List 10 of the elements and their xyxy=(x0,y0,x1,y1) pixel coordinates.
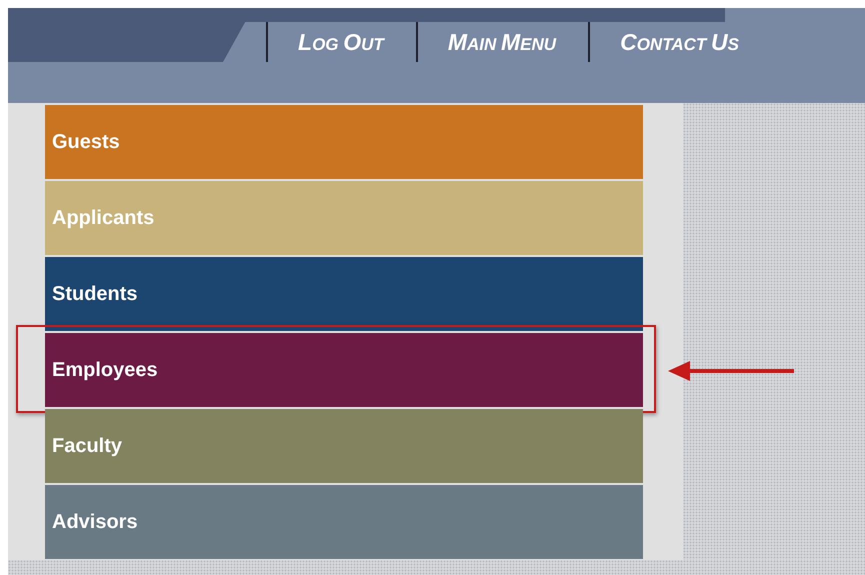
menu-item[interactable]: Students xyxy=(45,257,643,331)
menu-item[interactable]: Employees xyxy=(45,333,643,407)
menu-item[interactable]: Guests xyxy=(45,105,643,179)
menu-item[interactable]: Faculty xyxy=(45,409,643,483)
nav-link[interactable]: LOG OUT xyxy=(268,28,416,56)
arrow-icon xyxy=(668,359,794,383)
menu-item[interactable]: Applicants xyxy=(45,181,643,255)
nav-link[interactable]: CONTACT US xyxy=(590,28,771,56)
menu-item[interactable]: Advisors xyxy=(45,485,643,559)
nav-link[interactable]: MAIN MENU xyxy=(418,28,588,56)
